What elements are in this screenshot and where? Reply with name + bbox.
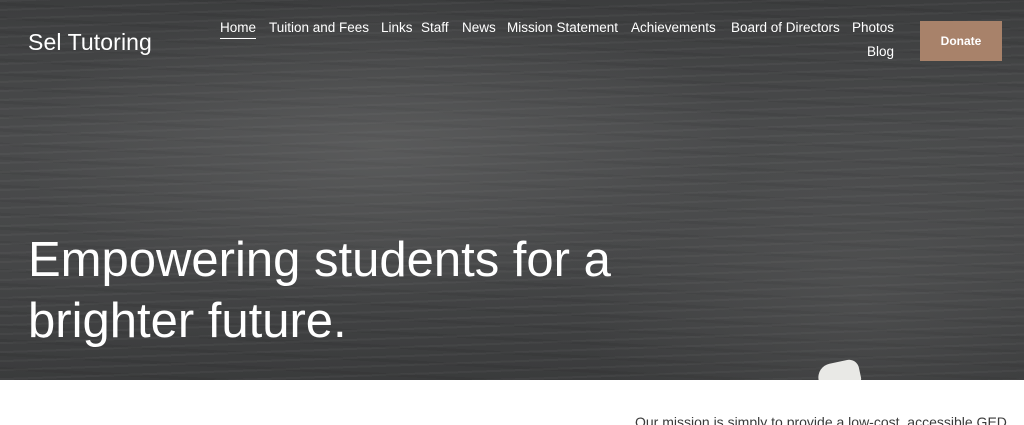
nav-item-blog[interactable]: Blog [867, 44, 894, 59]
main-nav: Home Tuition and Fees Links Staff News M… [0, 0, 1024, 70]
hero-headline: Empowering students for a brighter futur… [28, 230, 688, 352]
nav-item-tuition-and-fees[interactable]: Tuition and Fees [269, 20, 369, 35]
nav-item-achievements[interactable]: Achievements [631, 20, 716, 35]
mission-text: Our mission is simply to provide a low-c… [635, 414, 1007, 425]
nav-item-links[interactable]: Links [381, 20, 413, 35]
donate-button[interactable]: Donate [920, 21, 1002, 61]
nav-item-photos[interactable]: Photos [852, 20, 894, 35]
nav-item-board-of-directors[interactable]: Board of Directors [731, 20, 840, 35]
nav-item-home[interactable]: Home [220, 20, 257, 39]
nav-item-news[interactable]: News [462, 20, 496, 35]
nav-item-mission-statement[interactable]: Mission Statement [507, 20, 618, 35]
nav-item-staff[interactable]: Staff [421, 20, 449, 35]
hero-headline-line2: brighter future. [28, 294, 347, 348]
chalk-piece [815, 357, 863, 380]
hero-headline-line1: Empowering students for a [28, 233, 611, 287]
